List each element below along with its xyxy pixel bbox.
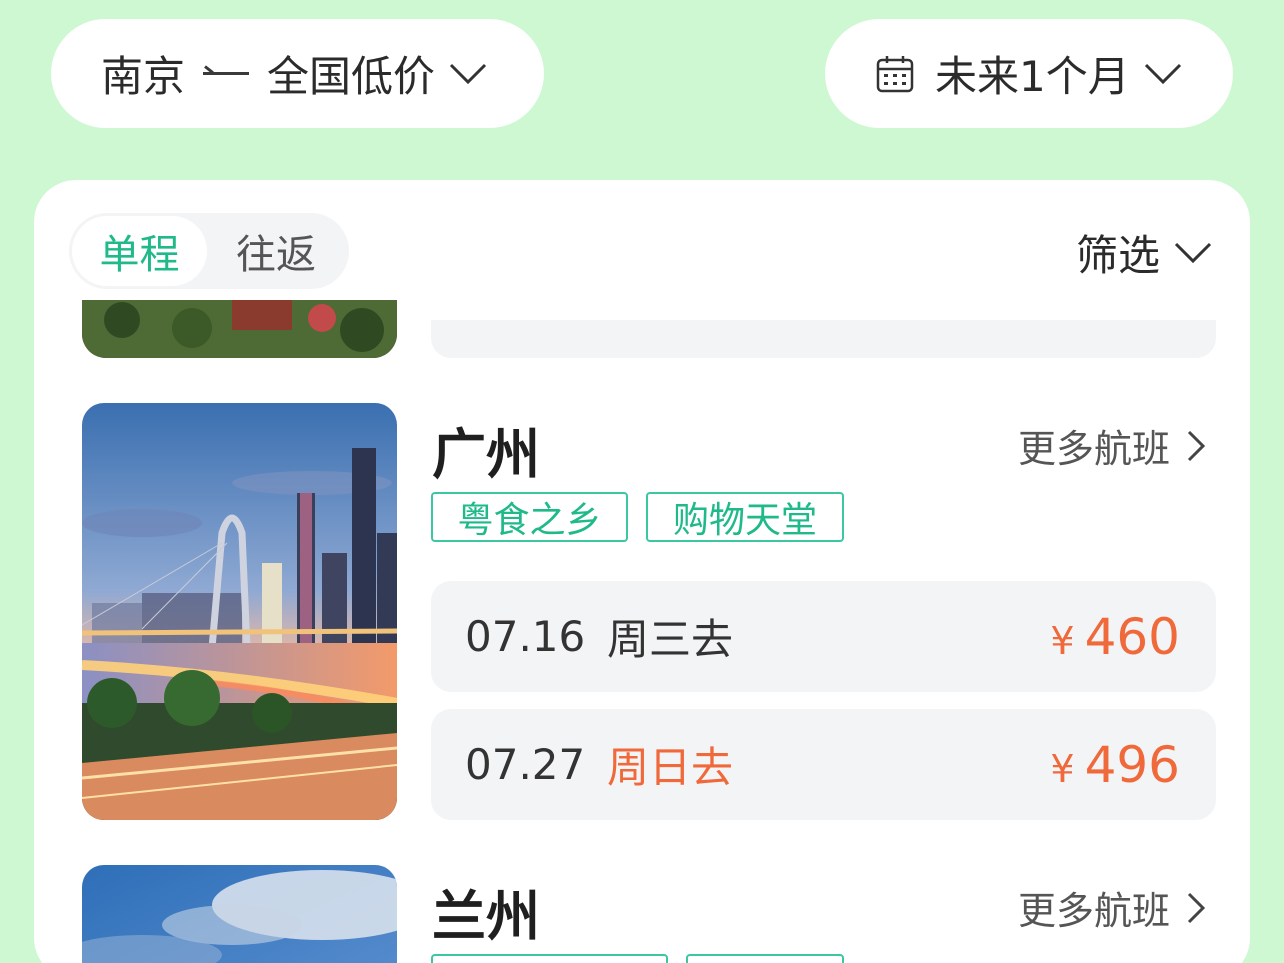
flight-price: ¥ 496 [1050, 736, 1180, 794]
currency-symbol: ¥ [1050, 746, 1075, 791]
tab-roundtrip[interactable]: 往返 [207, 216, 345, 286]
price-value: 496 [1084, 735, 1180, 794]
tab-oneway[interactable]: 单程 [72, 216, 207, 286]
flight-weekday: 周三去 [607, 615, 734, 664]
date-range-label: 未来1个月 [935, 52, 1130, 101]
more-flights-link[interactable]: 更多航班 [1018, 418, 1206, 473]
city-tag: 粤食之乡 [431, 492, 628, 542]
arrow-right-icon [203, 71, 250, 76]
city-image[interactable] [82, 865, 397, 963]
origin-city: 南京 [101, 52, 186, 101]
flight-weekday: 周日去 [607, 743, 734, 792]
flight-price: ¥ 460 [1050, 608, 1180, 666]
filter-button[interactable]: 筛选 [1076, 222, 1212, 283]
city-tag [431, 954, 668, 963]
chevron-right-icon [1187, 892, 1206, 923]
calendar-icon [876, 55, 914, 92]
flight-date: 07.16 [465, 612, 586, 661]
results-card: 单程 往返 筛选 广州 更多航班 粤食之乡 购物天堂 07.16 周三去 ¥ 4… [34, 180, 1250, 963]
destination: 全国低价 [267, 52, 436, 101]
city-tag [686, 954, 844, 963]
flight-row[interactable]: 07.27 周日去 ¥ 496 [431, 709, 1216, 820]
city-image[interactable] [82, 403, 397, 820]
more-flights-label: 更多航班 [1017, 427, 1170, 471]
trip-type-toggle: 单程 往返 [69, 213, 349, 289]
more-flights-link[interactable]: 更多航班 [1018, 880, 1206, 935]
date-range-selector[interactable]: 未来1个月 [825, 19, 1233, 128]
chevron-right-icon [1187, 430, 1206, 461]
flight-row[interactable]: 07.16 周三去 ¥ 460 [431, 581, 1216, 692]
currency-symbol: ¥ [1050, 618, 1075, 663]
city-name: 广州 [432, 423, 540, 486]
chevron-down-icon [449, 63, 487, 84]
flight-row[interactable] [431, 320, 1216, 358]
city-tag: 购物天堂 [646, 492, 844, 542]
chevron-down-icon [1174, 242, 1212, 263]
city-name: 兰州 [432, 885, 540, 948]
filter-label: 筛选 [1075, 231, 1160, 280]
flight-date: 07.27 [465, 740, 586, 789]
city-image[interactable] [82, 300, 397, 358]
price-value: 460 [1084, 607, 1180, 666]
more-flights-label: 更多航班 [1017, 889, 1170, 933]
chevron-down-icon [1144, 63, 1181, 84]
route-selector[interactable]: 南京 全国低价 [51, 19, 544, 128]
